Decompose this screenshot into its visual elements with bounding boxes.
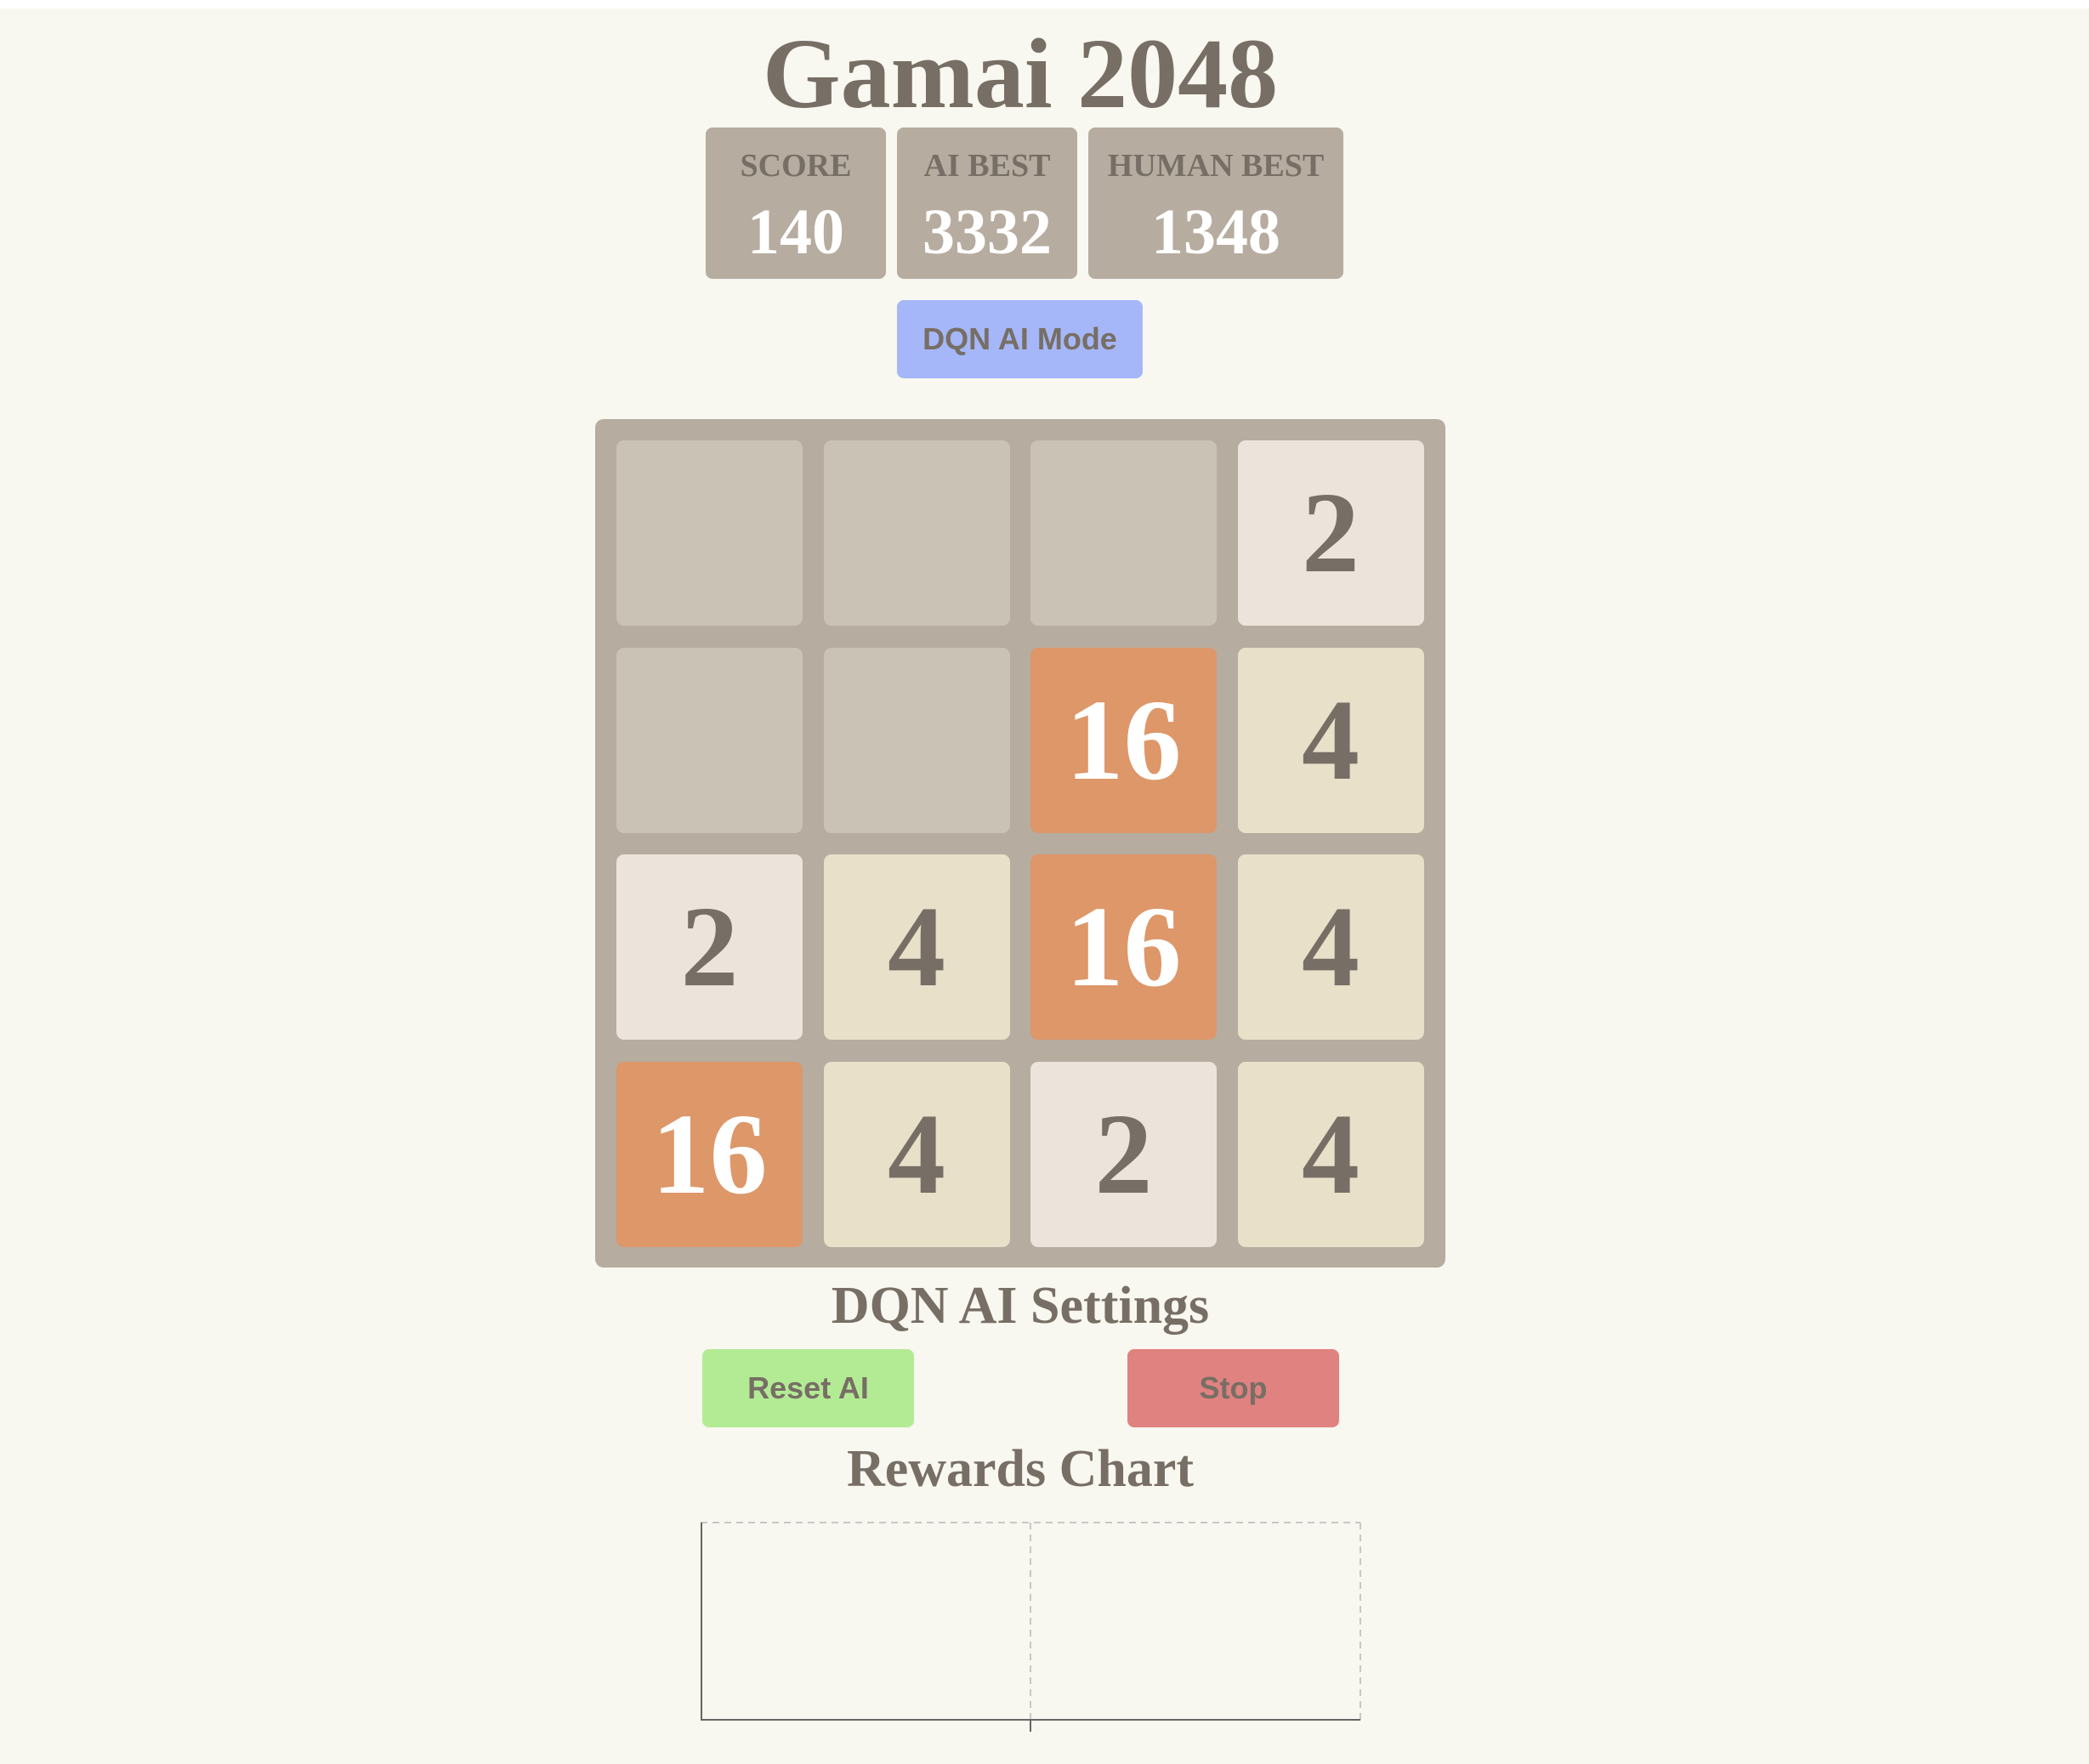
score-label: SCORE [740,148,852,184]
settings-title: DQN AI Settings [831,1277,1210,1335]
empty-cell [1030,440,1217,626]
human-best-value: 1348 [1151,196,1280,268]
tile-4: 4 [823,854,1010,1040]
tile-4: 4 [823,1061,1010,1247]
ai-best-box: AI BEST 3332 [897,128,1077,279]
score-value: 140 [747,196,844,268]
empty-cell [823,440,1010,626]
score-box: SCORE 140 [706,128,886,279]
tile-2: 2 [1030,1061,1217,1247]
reset-ai-button[interactable]: Reset AI [702,1349,914,1427]
game-board: 2 16 4 2 4 16 4 16 4 2 4 [595,419,1445,1268]
empty-cell [616,647,803,833]
human-best-label: HUMAN BEST [1107,148,1325,184]
empty-cell [616,440,803,626]
tile-4: 4 [1237,647,1424,833]
rewards-chart [699,1517,1362,1738]
dqn-ai-mode-button[interactable]: DQN AI Mode [897,300,1143,378]
rewards-chart-svg [701,1522,1361,1732]
stop-button[interactable]: Stop [1127,1349,1339,1427]
empty-cell [823,647,1010,833]
page-title: Gamai 2048 [762,18,1279,129]
tile-4: 4 [1237,854,1424,1040]
top-strip [0,0,2089,9]
ai-best-value: 3332 [922,196,1052,268]
ai-best-label: AI BEST [923,148,1051,184]
tile-16: 16 [1030,854,1217,1040]
tile-16: 16 [1030,647,1217,833]
tile-4: 4 [1237,1061,1424,1247]
tile-2: 2 [1237,440,1424,626]
tile-16: 16 [616,1061,803,1247]
rewards-chart-title: Rewards Chart [846,1440,1195,1498]
tile-2: 2 [616,854,803,1040]
human-best-box: HUMAN BEST 1348 [1088,128,1343,279]
